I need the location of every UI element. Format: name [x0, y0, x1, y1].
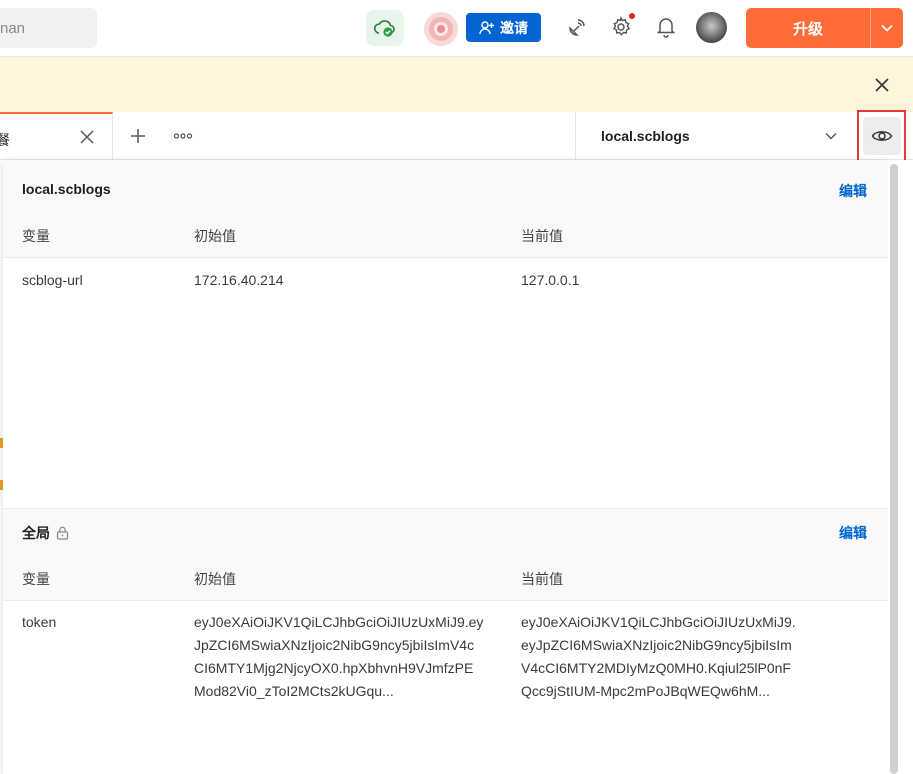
invite-button[interactable]: 邀请	[466, 13, 541, 42]
global-section-header	[3, 509, 888, 600]
value-line: Mod82Vi0_zToI2MCts2kUGqu...	[194, 683, 394, 699]
satellite-icon	[569, 19, 585, 36]
info-banner	[0, 57, 913, 112]
satellite-button[interactable]	[564, 13, 590, 41]
invite-label: 邀请	[500, 19, 528, 36]
notifications-button[interactable]	[653, 13, 679, 41]
upgrade-label: 升级	[792, 20, 823, 38]
banner-close-button[interactable]	[871, 74, 893, 96]
lock-icon	[56, 526, 69, 540]
value-line: eyJ0eXAiOiJKV1QiLCJhbGciOiJIUzUxMiJ9.	[521, 614, 796, 630]
value-line: CI6MTY1Mjg2NjcyOX0.hpXbhvnH9VJmfzPE	[194, 660, 474, 676]
env-section-header	[3, 160, 888, 257]
upgrade-button[interactable]: 升级	[746, 8, 903, 48]
scrollbar-thumb[interactable]	[890, 164, 898, 774]
tab-label: 餐	[0, 132, 10, 148]
sync-status-button[interactable]	[366, 10, 404, 46]
cloud-check-icon	[373, 20, 395, 37]
divider	[3, 257, 888, 258]
env-section-title: local.scblogs	[22, 181, 111, 197]
plus-icon	[131, 129, 145, 143]
tab-active[interactable]: 餐	[0, 112, 113, 160]
new-tab-button[interactable]	[128, 126, 148, 146]
variable-current-value: eyJ0eXAiOiJKV1QiLCJhbGciOiJIUzUxMiJ9. ey…	[521, 611, 831, 703]
more-horizontal-icon	[173, 133, 193, 139]
environment-selected: local.scblogs	[601, 128, 690, 144]
search-input[interactable]	[0, 8, 97, 48]
gear-icon	[612, 16, 631, 36]
value-line: eyJ0eXAiOiJKV1QiLCJhbGciOiJIUzUxMiJ9.ey	[194, 614, 484, 630]
column-header-variable: 变量	[22, 571, 50, 587]
env-edit-link[interactable]: 编辑	[839, 181, 867, 201]
bell-icon	[656, 18, 676, 38]
column-header-initial: 初始值	[194, 571, 236, 587]
variable-current-value: 127.0.0.1	[521, 272, 580, 288]
eye-icon	[871, 131, 892, 141]
upgrade-dropdown-button[interactable]	[871, 8, 903, 48]
environment-quick-look-button[interactable]	[857, 110, 906, 162]
chevron-down-icon	[881, 24, 893, 32]
close-icon	[80, 130, 94, 144]
divider	[3, 600, 888, 601]
value-line: JpZCI6MSwiaXNzIjoic2NibG9ncy5jbiIsImV4c	[194, 637, 475, 653]
variable-name: token	[22, 614, 57, 630]
tab-more-button[interactable]	[172, 128, 194, 144]
add-user-icon	[479, 20, 494, 34]
column-header-current: 当前值	[521, 571, 563, 587]
variable-initial-value: 172.16.40.214	[194, 272, 284, 288]
column-header-current: 当前值	[521, 228, 563, 244]
team-avatar[interactable]	[424, 12, 458, 46]
global-section-name: 全局	[22, 525, 50, 541]
value-line: Qcc9jStIUM-Mpc2mPoJBqWEQw6hM...	[521, 683, 770, 699]
variable-initial-value: eyJ0eXAiOiJKV1QiLCJhbGciOiJIUzUxMiJ9.ey …	[194, 611, 516, 703]
column-header-initial: 初始值	[194, 228, 236, 244]
close-icon	[875, 78, 889, 92]
global-section-title: 全局	[22, 523, 69, 543]
chevron-down-icon	[825, 133, 837, 140]
value-line: eyJpZCI6MSwiaXNzIjoic2NibG9ncy5jbiIsIm	[521, 637, 792, 653]
env-section-name: local.scblogs	[22, 181, 111, 197]
notification-dot	[628, 12, 636, 20]
tab-close-button[interactable]	[78, 128, 96, 146]
environment-quick-look-panel: local.scblogs 编辑 变量 初始值 当前值 scblog-url 1…	[3, 160, 888, 774]
variable-name: scblog-url	[22, 272, 83, 288]
column-header-variable: 变量	[22, 228, 50, 244]
value-line: V4cCI6MTY2MDIyMzQ0MH0.Kqiul25lP0nF	[521, 660, 791, 676]
eye-button-bg	[862, 117, 901, 155]
lifebuoy-icon	[429, 17, 453, 41]
environment-selector[interactable]: local.scblogs	[575, 112, 852, 160]
user-avatar[interactable]	[696, 12, 727, 43]
global-edit-link[interactable]: 编辑	[839, 523, 867, 543]
